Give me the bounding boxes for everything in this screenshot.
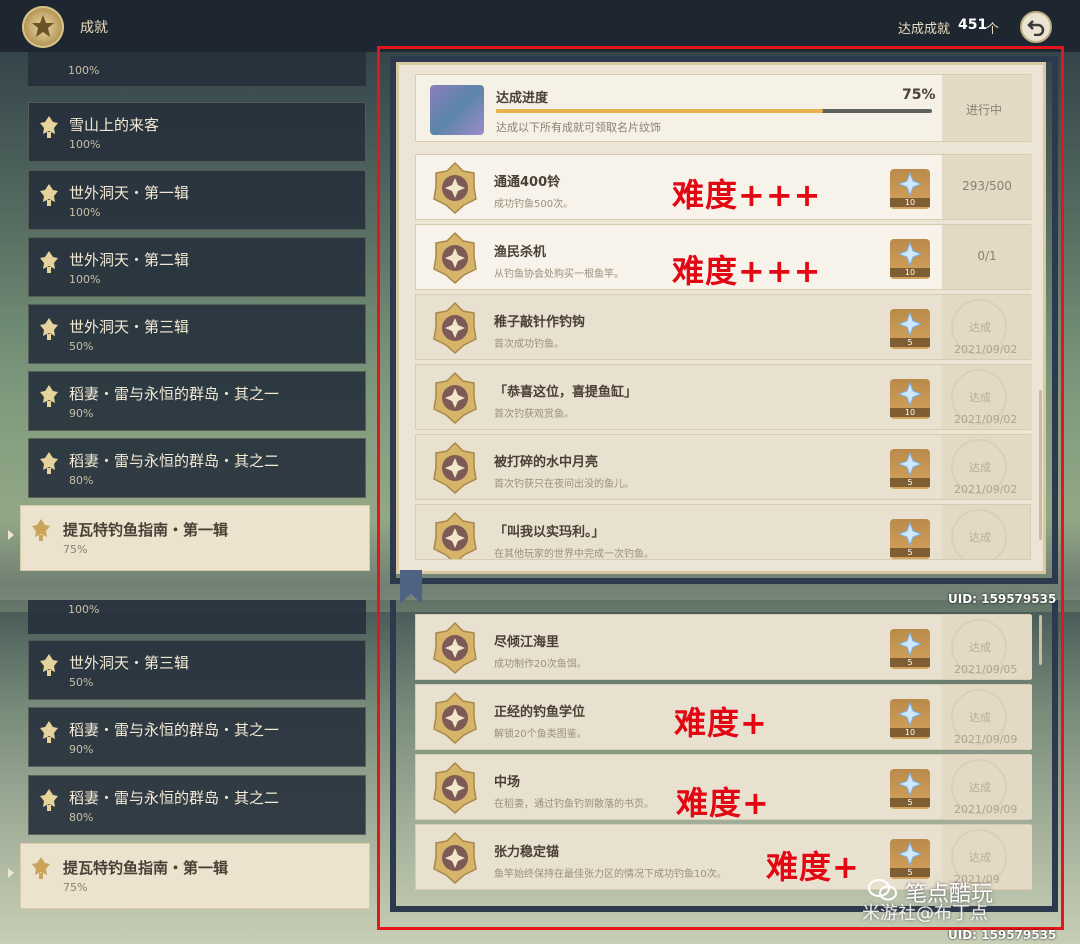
sidebar-card-name: 世外洞天・第一辑 [69, 184, 190, 202]
sidebar-card-name: 提瓦特钓鱼指南・第一辑 [63, 859, 229, 877]
sidebar-card[interactable]: 稻妻・雷与永恒的群岛・其之一 90% [28, 707, 366, 767]
sidebar-card-name: 稻妻・雷与永恒的群岛・其之二 [69, 789, 280, 807]
sidebar-card-name: 世外洞天・第二辑 [69, 251, 190, 269]
sidebar-card-percent: 100% [68, 64, 100, 77]
sidebar-card-partial[interactable]: 100% [28, 600, 366, 634]
sidebar-card-name: 稻妻・雷与永恒的群岛・其之二 [69, 452, 280, 470]
sidebar-card-selected[interactable]: 提瓦特钓鱼指南・第一辑 75% [20, 843, 370, 909]
sidebar-card-name: 提瓦特钓鱼指南・第一辑 [63, 521, 229, 539]
achievement-emblem-icon [22, 6, 64, 48]
sidebar-card-percent: 50% [69, 340, 94, 353]
sidebar-card[interactable]: 稻妻・雷与永恒的群岛・其之二 80% [28, 775, 366, 835]
highlight-frame [377, 46, 1064, 930]
medal-icon [40, 452, 58, 474]
medal-icon [40, 654, 58, 676]
sidebar-card-name: 世外洞天・第三辑 [69, 318, 190, 336]
selected-arrow-icon [8, 530, 14, 540]
medal-icon [40, 385, 58, 407]
medal-icon [40, 251, 58, 273]
achievement-count-unit: 个 [986, 22, 1000, 37]
sidebar-card[interactable]: 稻妻・雷与永恒的群岛・其之二 80% [28, 438, 366, 498]
back-button[interactable] [1020, 11, 1052, 43]
fishing-medal-icon [32, 857, 50, 879]
sidebar-card-percent: 80% [69, 811, 94, 824]
sidebar-card-name: 雪山上的来客 [69, 116, 160, 134]
sidebar-card-partial[interactable]: 100% [28, 52, 366, 86]
return-arrow-icon [1027, 20, 1045, 36]
medal-icon [40, 789, 58, 811]
sidebar-card[interactable]: 雪山上的来客 100% [28, 102, 366, 162]
sidebar-card-percent: 90% [69, 743, 94, 756]
medal-icon [40, 116, 58, 138]
sidebar-card[interactable]: 世外洞天・第三辑 50% [28, 304, 366, 364]
sidebar-card-percent: 100% [69, 206, 101, 219]
sidebar-card-name: 稻妻・雷与永恒的群岛・其之一 [69, 385, 280, 403]
achievement-count-label: 达成成就 [898, 22, 951, 37]
medal-icon [40, 318, 58, 340]
sidebar-card-percent: 75% [63, 543, 88, 556]
sidebar-card-percent: 50% [69, 676, 94, 689]
sidebar-card-percent: 100% [68, 603, 100, 616]
fishing-medal-icon [32, 519, 50, 541]
uid-label: UID: 159579535 [948, 592, 1057, 606]
achievement-count-value: 451 [958, 17, 988, 33]
watermark-miyoushe: 米游社@布丁点 [862, 903, 988, 924]
sidebar-card[interactable]: 稻妻・雷与永恒的群岛・其之一 90% [28, 371, 366, 431]
page-title: 成就 [80, 20, 108, 36]
selected-arrow-icon [8, 868, 14, 878]
sidebar-card-percent: 75% [63, 881, 88, 894]
sidebar-card-selected[interactable]: 提瓦特钓鱼指南・第一辑 75% [20, 505, 370, 571]
medal-icon [40, 184, 58, 206]
sidebar-card-name: 稻妻・雷与永恒的群岛・其之一 [69, 721, 280, 739]
uid-label: UID: 159579535 [948, 928, 1057, 942]
sidebar-card-percent: 100% [69, 138, 101, 151]
sidebar-card-name: 世外洞天・第三辑 [69, 654, 190, 672]
medal-icon [40, 721, 58, 743]
sidebar-card[interactable]: 世外洞天・第二辑 100% [28, 237, 366, 297]
sidebar-card-percent: 100% [69, 273, 101, 286]
sidebar-card-percent: 90% [69, 407, 94, 420]
sidebar-card[interactable]: 世外洞天・第三辑 50% [28, 640, 366, 700]
header-bar: 成就 达成成就 451 个 [0, 0, 1080, 52]
sidebar-card-percent: 80% [69, 474, 94, 487]
sidebar-card[interactable]: 世外洞天・第一辑 100% [28, 170, 366, 230]
